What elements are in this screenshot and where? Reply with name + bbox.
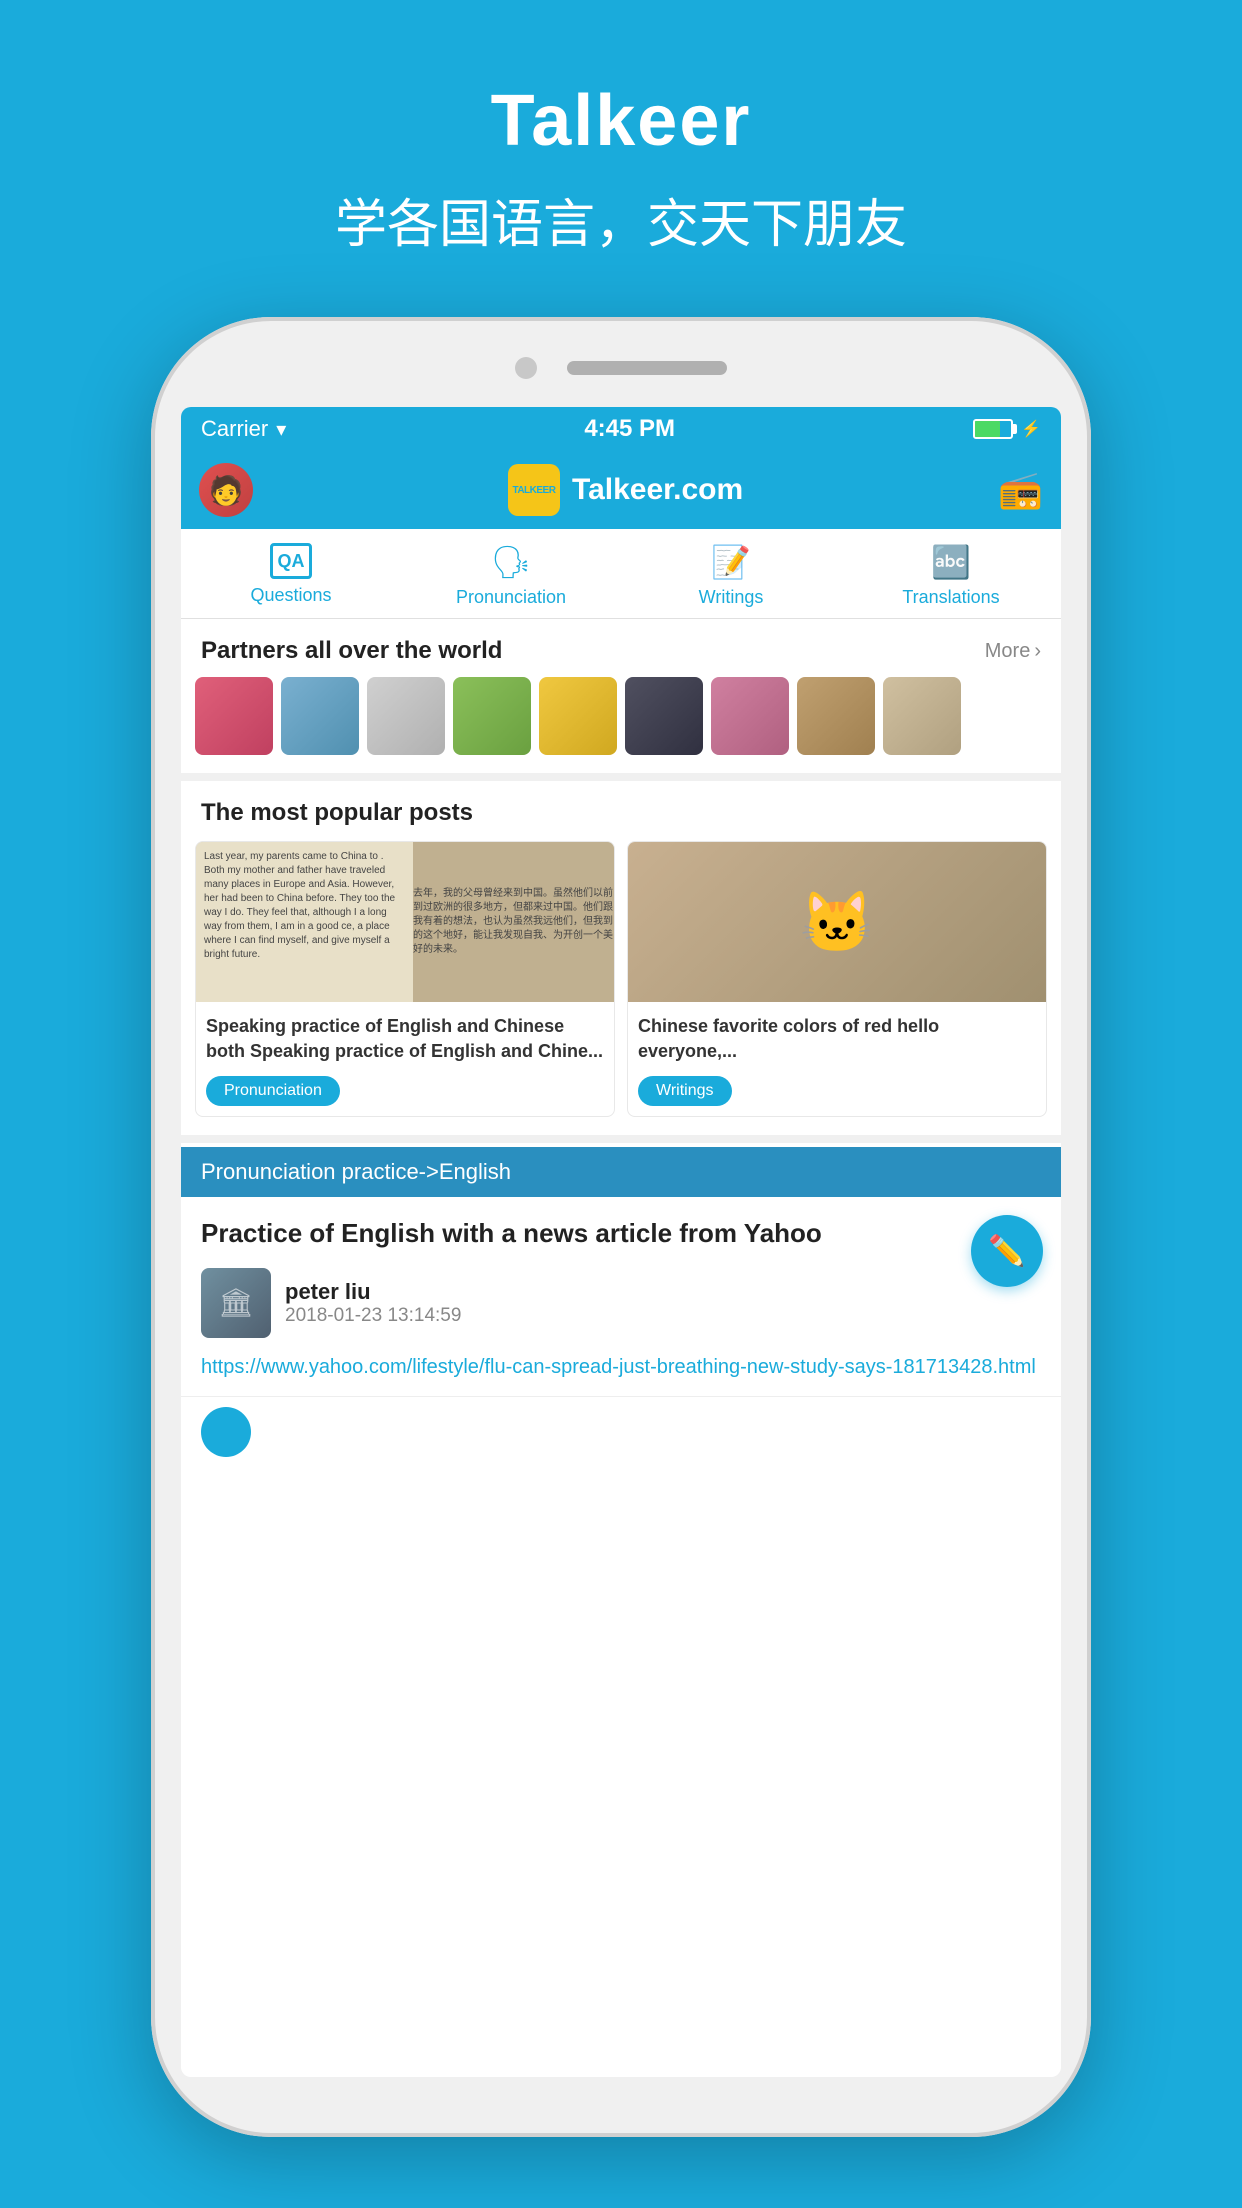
logo-area: TALKEER Talkeer.com — [508, 464, 743, 516]
logo-badge: TALKEER — [508, 464, 560, 516]
battery-fill — [975, 421, 1000, 437]
practice-link[interactable]: https://www.yahoo.com/lifestyle/flu-can-… — [201, 1352, 1041, 1382]
tab-pronunciation-label: Pronunciation — [456, 587, 566, 608]
user-avatar[interactable]: 🧑 — [199, 463, 253, 517]
app-header: 🧑 TALKEER Talkeer.com 📻 — [181, 451, 1061, 529]
post-image-left: Last year, my parents came to China to .… — [196, 842, 413, 1002]
section-divider — [181, 773, 1061, 781]
partners-header: Partners all over the world More › — [181, 619, 1061, 677]
posts-row: Last year, my parents came to China to .… — [181, 841, 1061, 1135]
app-subtitle: 学各国语言，交天下朋友 — [335, 182, 907, 257]
partner-avatar-6[interactable] — [625, 677, 703, 755]
tab-pronunciation[interactable]: 🗣 Pronunciation — [401, 529, 621, 618]
partner-avatar-5[interactable] — [539, 677, 617, 755]
practice-title: Practice of English with a news article … — [201, 1215, 1041, 1251]
bottom-partial — [181, 1397, 1061, 1467]
post-image-text-en: Last year, my parents came to China to .… — [204, 850, 405, 962]
pronunciation-icon: 🗣 — [491, 543, 532, 581]
partner-avatar-4[interactable] — [453, 677, 531, 755]
tab-questions-label: Questions — [250, 585, 331, 606]
author-date: 2018-01-23 13:14:59 — [285, 1305, 461, 1327]
practice-content: Practice of English with a news article … — [181, 1197, 1061, 1396]
phone-speaker — [567, 361, 727, 375]
post-badge-2[interactable]: Writings — [638, 1076, 732, 1106]
post-image-text-zh: 去年，我的父母曾经来到中国。虽然他们以前到过欧洲的很多地方，但都来过中国。他们跟… — [413, 887, 614, 957]
status-bar: Carrier ▾ 4:45 PM ⚡ — [181, 407, 1061, 451]
app-title: Talkeer — [491, 80, 752, 162]
post-title-2: Chinese favorite colors of red hello eve… — [638, 1014, 1036, 1064]
wifi-icon: ▾ — [276, 417, 286, 442]
post-title-1: Speaking practice of English and Chinese… — [206, 1014, 604, 1064]
partner-avatar-2[interactable] — [281, 677, 359, 755]
post-content-2: Chinese favorite colors of red hello eve… — [628, 1002, 1046, 1116]
nav-tabs: QA Questions 🗣 Pronunciation 📝 Writings … — [181, 529, 1061, 619]
status-right: ⚡ — [973, 419, 1041, 439]
popular-posts-section: The most popular posts Last year, my par… — [181, 781, 1061, 1135]
post-image-2: 🐱 — [628, 842, 1046, 1002]
carrier-label: Carrier — [201, 416, 268, 442]
partner-avatar-1[interactable] — [195, 677, 273, 755]
content-area: Partners all over the world More › The — [181, 619, 1061, 2077]
phone-top-bar — [515, 317, 727, 379]
post-image-1: Last year, my parents came to China to .… — [196, 842, 614, 1002]
phone-frame: Carrier ▾ 4:45 PM ⚡ 🧑 TALKEER Talkeer.co… — [151, 317, 1091, 2137]
partner-avatar-7[interactable] — [711, 677, 789, 755]
author-avatar: 🏛 — [201, 1268, 271, 1338]
tab-writings-label: Writings — [699, 587, 764, 608]
phone-screen: Carrier ▾ 4:45 PM ⚡ 🧑 TALKEER Talkeer.co… — [181, 407, 1061, 2077]
partners-title: Partners all over the world — [201, 637, 502, 665]
post-badge-1[interactable]: Pronunciation — [206, 1076, 340, 1106]
radio-icon[interactable]: 📻 — [998, 469, 1043, 511]
practice-section-header: Pronunciation practice->English — [181, 1147, 1061, 1197]
status-left: Carrier ▾ — [201, 416, 286, 442]
partner-avatar-8[interactable] — [797, 677, 875, 755]
bottom-avatar — [201, 1407, 251, 1457]
partner-avatar-3[interactable] — [367, 677, 445, 755]
author-info: peter liu 2018-01-23 13:14:59 — [285, 1279, 461, 1327]
post-card-2[interactable]: 🐱 Chinese favorite colors of red hello e… — [627, 841, 1047, 1117]
partner-avatar-9[interactable] — [883, 677, 961, 755]
author-name: peter liu — [285, 1279, 461, 1305]
battery-icon — [973, 419, 1013, 439]
partners-more-link[interactable]: More › — [985, 640, 1041, 663]
post-card-1[interactable]: Last year, my parents came to China to .… — [195, 841, 615, 1117]
tab-translations[interactable]: 🔤 Translations — [841, 529, 1061, 618]
logo-text: Talkeer.com — [572, 473, 743, 507]
tab-translations-label: Translations — [902, 587, 999, 608]
edit-fab-button[interactable]: ✏️ — [971, 1215, 1043, 1287]
partners-row — [181, 677, 1061, 773]
writings-icon: 📝 — [711, 543, 751, 581]
author-row: 🏛 peter liu 2018-01-23 13:14:59 — [201, 1268, 1041, 1338]
questions-icon: QA — [270, 543, 312, 579]
section-divider-2 — [181, 1135, 1061, 1143]
post-content-1: Speaking practice of English and Chinese… — [196, 1002, 614, 1116]
practice-section: Pronunciation practice->English Practice… — [181, 1147, 1061, 1396]
phone-camera — [515, 357, 537, 379]
post-image-right: 去年，我的父母曾经来到中国。虽然他们以前到过欧洲的很多地方，但都来过中国。他们跟… — [413, 842, 614, 1002]
tab-writings[interactable]: 📝 Writings — [621, 529, 841, 618]
charging-icon: ⚡ — [1021, 419, 1041, 439]
popular-posts-title: The most popular posts — [181, 781, 1061, 841]
translations-icon: 🔤 — [931, 543, 971, 581]
status-time: 4:45 PM — [584, 415, 675, 443]
tab-questions[interactable]: QA Questions — [181, 529, 401, 618]
